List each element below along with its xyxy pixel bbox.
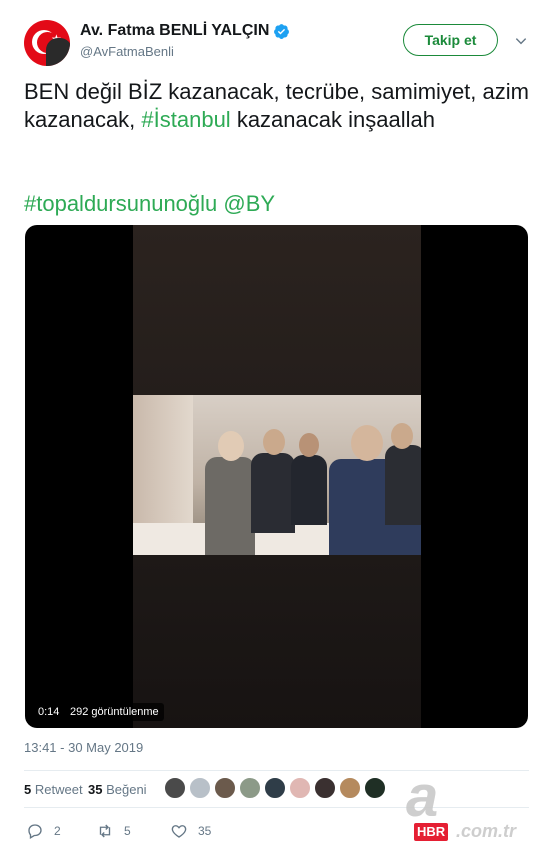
reply-action[interactable]: 2 [26,822,61,840]
name-row: Av. Fatma BENLİ YALÇIN [80,22,290,40]
like-stat[interactable]: 35 Beğeni [88,782,147,797]
retweet-count: 5 [24,782,32,797]
video-views-badge: 292 görüntülenme [65,703,164,721]
like-count: 35 [88,782,103,797]
retweet-action[interactable]: 5 [96,822,131,840]
liker-avatar[interactable] [314,777,336,799]
like-icon [171,825,187,838]
retweet-stat[interactable]: 5 Retweet [24,782,83,797]
liker-avatar[interactable] [339,777,361,799]
watermark-letter: a [406,764,439,829]
watermark-brand: HBR [414,823,449,841]
author-handle[interactable]: @AvFatmaBenli [80,44,174,59]
tweet-text: BEN değil BİZ kazanacak, tecrübe, samimi… [24,78,529,134]
liker-avatar[interactable] [264,777,286,799]
like-label: Beğeni [106,782,147,797]
tweet-timestamp[interactable]: 13:41 - 30 May 2019 [24,740,143,755]
tweet-tags-line: #topaldursununoğlu @BY [24,190,275,218]
reply-icon [28,824,42,839]
verified-badge-icon [274,23,290,39]
video-duration-badge: 0:14 [33,703,65,721]
video-scene [133,395,421,555]
person-background-2 [291,455,327,525]
tweet-text-part2: kazanacak inşaallah [230,107,435,132]
liker-avatar[interactable] [239,777,261,799]
author-avatar[interactable]: ★ [24,20,70,66]
liker-avatar[interactable] [364,777,386,799]
liker-avatar[interactable] [289,777,311,799]
avatar-person [46,38,70,66]
like-action-count: 35 [198,824,212,838]
liker-avatar[interactable] [214,777,236,799]
retweet-label: Retweet [34,782,83,797]
hashtag-istanbul[interactable]: #İstanbul [141,107,230,132]
mention-by[interactable]: @BY [223,191,275,216]
retweet-action-count: 5 [124,824,131,838]
person-background-1 [251,453,295,533]
likers-avatars [164,777,389,799]
reply-count: 2 [54,824,61,838]
liker-avatar[interactable] [189,777,211,799]
like-action[interactable]: 35 [170,822,211,840]
watermark: a HBR .com.tr [400,764,545,845]
video-player[interactable]: 0:14 292 görüntülenme [25,225,528,728]
hashtag-topaldursununoglu[interactable]: #topaldursununoğlu [24,191,217,216]
tweet-header: ★ Av. Fatma BENLİ YALÇIN @AvFatmaBenli T… [24,18,534,66]
chevron-down-icon[interactable] [514,34,528,48]
follow-button[interactable]: Takip et [403,24,498,56]
liker-avatar[interactable] [164,777,186,799]
person-elder [205,457,255,555]
author-display-name[interactable]: Av. Fatma BENLİ YALÇIN [80,22,269,40]
watermark-domain: .com.tr [456,821,517,841]
retweet-icon [99,824,111,838]
